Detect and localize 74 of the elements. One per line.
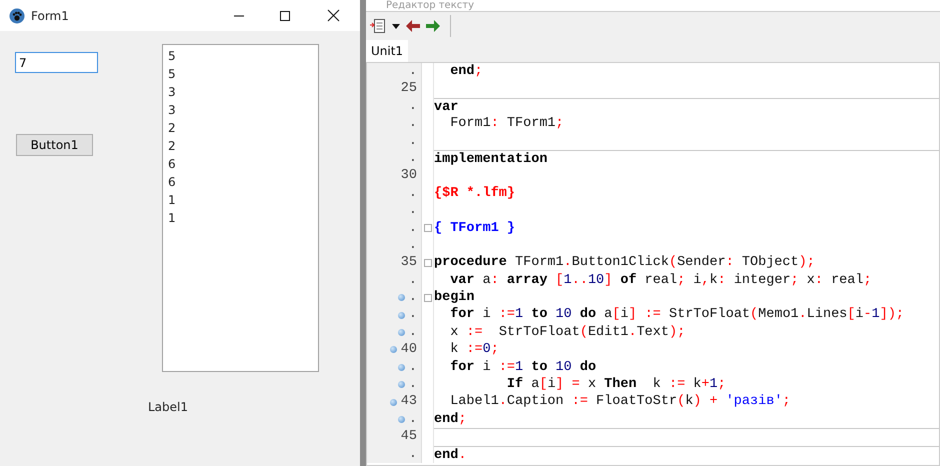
code-line: end;	[449, 64, 483, 79]
line-number: .	[408, 150, 417, 168]
memo-line: 3	[168, 102, 177, 119]
line-number: 45	[400, 428, 417, 446]
code-line: for i :=1 to 10 do a[i] := StrToFloat(Memo1.Lines[i-1]);	[449, 307, 904, 322]
memo-line: 3	[168, 84, 177, 101]
code-line: var	[434, 100, 458, 115]
code-line: Form1: TForm1;	[449, 116, 564, 132]
line-number: .	[408, 376, 417, 394]
line-number: 35	[400, 254, 417, 272]
code-line: for i :=1 to 10 do	[449, 360, 596, 375]
memo-line: 6	[168, 174, 177, 191]
breakpoint-dot[interactable]	[398, 312, 405, 319]
code-line: end;	[434, 412, 466, 427]
breakpoint-dot[interactable]	[398, 364, 405, 371]
line-number: .	[408, 358, 417, 376]
line-number: .	[408, 272, 417, 290]
line-number: .	[408, 184, 417, 202]
code-editor[interactable]	[366, 62, 940, 466]
caret-icon[interactable]	[392, 24, 400, 28]
code-line: k :=0;	[449, 342, 499, 358]
breakpoint-dot[interactable]	[398, 294, 405, 302]
memo-line: 5	[168, 66, 177, 83]
button1-button[interactable]: Button1	[16, 134, 93, 156]
breakpoint-dot[interactable]	[398, 416, 405, 423]
code-line: begin	[434, 290, 475, 306]
breakpoint-dot[interactable]	[398, 381, 405, 388]
line-number: 43	[400, 393, 417, 411]
memo-line: 2	[168, 120, 177, 137]
breakpoint-dot[interactable]	[390, 346, 397, 354]
line-number: .	[408, 236, 417, 254]
code-line: var a: array [1..10] of real; i,k: integer; x: real;	[449, 272, 872, 288]
line-number: .	[408, 306, 417, 324]
window-title: Form1	[31, 8, 69, 24]
line-number: .	[408, 132, 417, 150]
line-number: 30	[400, 167, 417, 185]
window-title: Редактор тексту	[366, 0, 940, 12]
forward-arrow-icon[interactable]	[426, 20, 440, 32]
editor-tab[interactable]: Unit1	[366, 40, 408, 62]
fold-box-icon[interactable]	[424, 224, 432, 232]
paw-icon	[9, 8, 25, 24]
label-text: Label1	[148, 399, 188, 416]
code-line: If a[i] = x Then k := k+1;	[506, 377, 726, 392]
memo-line: 5	[168, 48, 177, 65]
code-line: procedure TForm1.Button1Click(Sender: TObject);	[434, 255, 815, 270]
breakpoint-dot[interactable]	[390, 398, 397, 406]
code-line: {$R *.lfm}	[434, 186, 516, 201]
fold-box-icon[interactable]	[424, 294, 432, 302]
line-number: .	[408, 63, 417, 80]
line-number: .	[408, 115, 417, 133]
code-line: x := StrToFloat(Edit1.Text);	[449, 324, 686, 340]
fold-box-icon[interactable]	[424, 258, 432, 267]
memo-line: 2	[168, 138, 177, 155]
line-number: .	[408, 220, 417, 237]
input-field[interactable]: 7	[15, 52, 98, 73]
line-number: .	[408, 98, 417, 116]
code-line: end.	[434, 448, 466, 463]
line-number: .	[408, 446, 417, 463]
code-line: Label1.Caption := FloatToStr(k) + 'разів';	[449, 394, 791, 410]
breakpoint-dot[interactable]	[398, 329, 405, 336]
memo-field[interactable]: 5 5 3 3 2 2 6 6 1 1	[162, 44, 319, 372]
back-arrow-icon[interactable]	[406, 20, 420, 32]
document-icon[interactable]	[370, 18, 386, 34]
code-line: implementation	[434, 152, 548, 167]
line-number: .	[408, 410, 417, 428]
line-number: .	[408, 289, 417, 306]
code-line: { TForm1 }	[434, 220, 516, 236]
line-number: .	[408, 202, 417, 220]
memo-line: 1	[168, 192, 177, 209]
memo-line: 1	[168, 210, 177, 227]
line-number: 25	[400, 80, 417, 98]
line-number: .	[408, 324, 417, 342]
line-number: 40	[400, 341, 417, 359]
memo-line: 6	[168, 156, 177, 173]
